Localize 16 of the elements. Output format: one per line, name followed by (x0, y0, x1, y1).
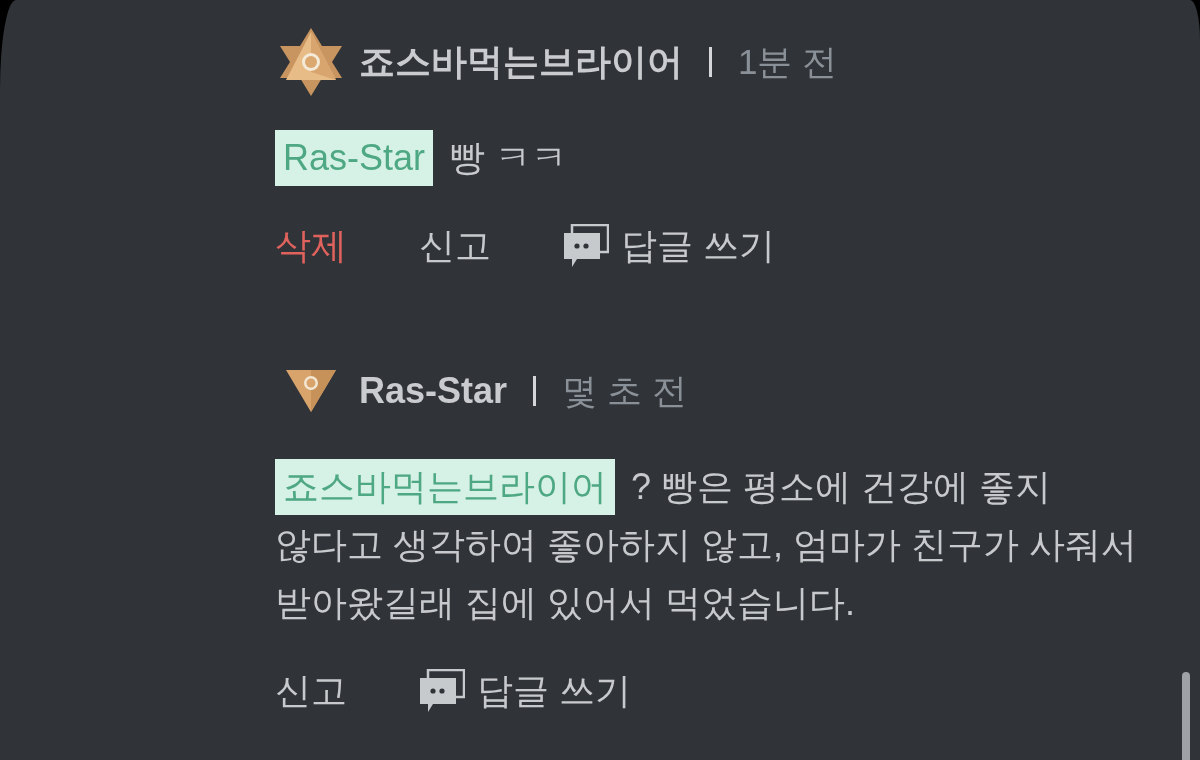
author-name[interactable]: Ras-Star (359, 370, 508, 412)
star-badge-icon (280, 28, 342, 96)
chat-bubbles-icon (419, 669, 465, 713)
comment-text: Ras-Star 빵 ㅋㅋ (275, 129, 1155, 187)
report-button[interactable]: 신고 (419, 221, 491, 271)
report-button[interactable]: 신고 (275, 666, 347, 716)
comment-time: 몇 초 전 (562, 369, 687, 412)
reply-button[interactable]: 답글 쓰기 (563, 221, 775, 271)
comment-time: 1분 전 (738, 40, 838, 83)
scrollbar-thumb[interactable] (1182, 672, 1190, 760)
reply-button[interactable]: 답글 쓰기 (419, 666, 631, 716)
delete-button[interactable]: 삭제 (275, 221, 347, 271)
chat-bubbles-icon (563, 224, 609, 268)
comment-text: 죠스바먹는브라이어 ? 빵은 평소에 건강에 좋지 않다고 생각하여 좋아하지 않고, 엄마가 친구가 사줘서 받아왔길래 집에 있어서 먹었습니다. (275, 458, 1155, 632)
triangle-badge-icon (286, 370, 336, 412)
author-name[interactable]: 죠스바먹는브라이어 (359, 37, 683, 87)
